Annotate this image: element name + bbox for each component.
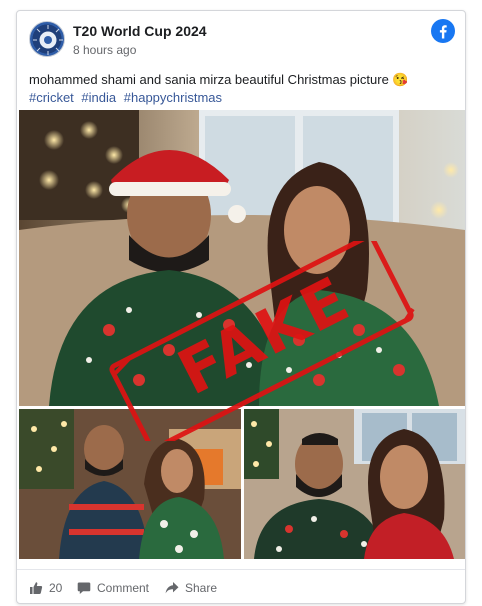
bcci-logo-icon — [33, 25, 63, 55]
like-button[interactable]: 20 — [29, 579, 62, 597]
couple-christmas-photo — [19, 409, 241, 559]
couple-christmas-photo — [244, 409, 465, 559]
share-button[interactable]: Share — [165, 579, 217, 597]
post-photo-secondary-left[interactable] — [19, 409, 241, 559]
share-arrow-icon — [165, 582, 179, 594]
comment-label: Comment — [97, 581, 150, 595]
post-card: T20 World Cup 2024 8 hours ago mohammed … — [16, 10, 466, 604]
hashtag-list: #cricket #india #happychristmas — [29, 89, 226, 106]
post-footer: 20 Comment Share — [17, 569, 465, 603]
page-name[interactable]: T20 World Cup 2024 — [73, 23, 207, 39]
share-label: Share — [185, 581, 218, 595]
hashtag-happychristmas[interactable]: #happychristmas — [124, 90, 222, 105]
facebook-logo-icon[interactable] — [431, 19, 455, 43]
hashtag-india[interactable]: #india — [81, 90, 116, 105]
post-timestamp[interactable]: 8 hours ago — [73, 43, 136, 57]
post-photo-main[interactable] — [19, 110, 465, 406]
post-photo-secondary-right[interactable] — [244, 409, 465, 559]
post-caption: mohammed shami and sania mirza beautiful… — [29, 72, 409, 87]
like-count: 20 — [49, 581, 63, 595]
page-avatar[interactable] — [29, 21, 65, 57]
thumbs-up-icon — [30, 582, 43, 594]
comment-button[interactable]: Comment — [77, 579, 149, 597]
couple-christmas-photo — [19, 110, 465, 406]
post-header: T20 World Cup 2024 8 hours ago — [29, 19, 455, 65]
speech-bubble-icon — [77, 582, 91, 594]
hashtag-cricket[interactable]: #cricket — [29, 90, 74, 105]
